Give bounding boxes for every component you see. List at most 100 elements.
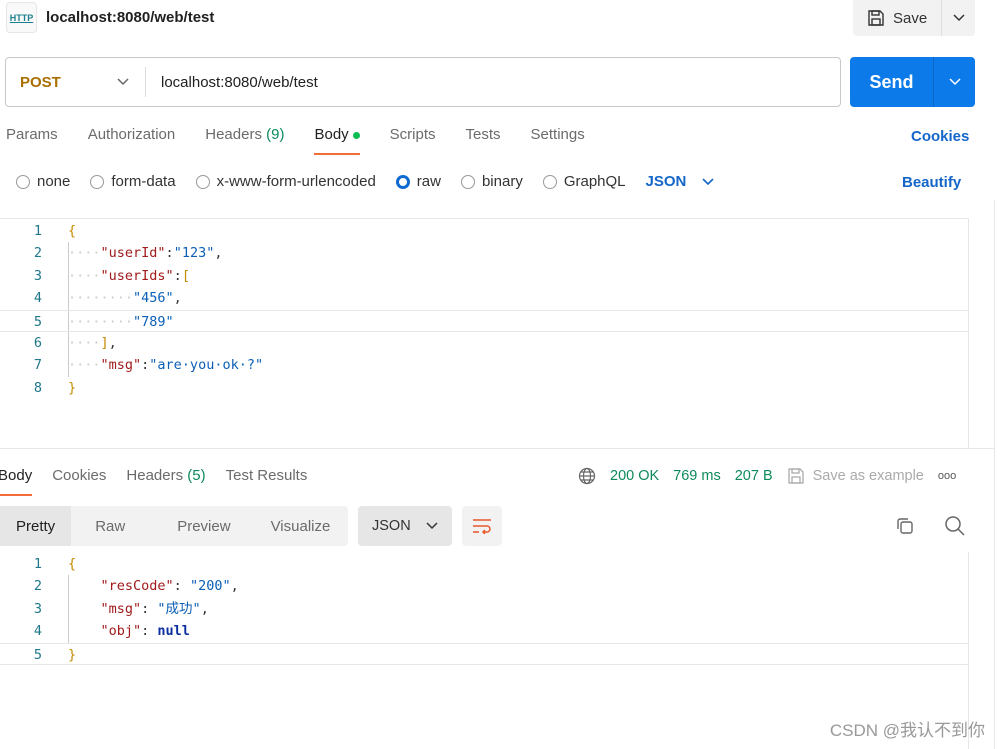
- code-token: ,: [230, 578, 239, 595]
- line-number: 1: [33, 223, 42, 239]
- wrap-lines-icon: [473, 519, 491, 534]
- tab-authorization[interactable]: Authorization: [88, 126, 176, 155]
- code-token: ]: [100, 334, 109, 351]
- chevron-down-icon: [953, 14, 965, 22]
- code-token: "userId": [100, 245, 166, 262]
- tab-headers[interactable]: Headers (9): [205, 126, 284, 155]
- view-pretty[interactable]: Pretty: [0, 506, 72, 546]
- response-format-select[interactable]: JSON: [358, 506, 452, 546]
- view-mode-tabs: Pretty Raw Preview Visualize: [0, 506, 348, 546]
- radio-urlencoded[interactable]: x-www-form-urlencoded: [195, 173, 376, 190]
- tab-tests[interactable]: Tests: [466, 126, 501, 155]
- tab-params[interactable]: Params: [6, 126, 58, 155]
- view-raw[interactable]: Raw: [71, 506, 153, 546]
- status-code[interactable]: 200 OK: [610, 468, 659, 484]
- line-text: ····],: [68, 332, 117, 354]
- code-token: ,: [200, 600, 209, 617]
- line-number: 6: [33, 334, 42, 351]
- radio-icon: [90, 174, 105, 189]
- code-token: null: [157, 623, 190, 640]
- code-token: :: [173, 267, 182, 284]
- response-headers-count: (5): [187, 467, 206, 484]
- radio-form-data[interactable]: form-data: [90, 173, 176, 190]
- radio-none[interactable]: none: [16, 173, 70, 190]
- view-visualize[interactable]: Visualize: [255, 506, 347, 546]
- tab-body[interactable]: Body: [314, 126, 360, 155]
- view-preview[interactable]: Preview: [153, 506, 254, 546]
- line-text: }: [42, 377, 76, 399]
- code-token: "userIds": [100, 267, 174, 284]
- tab-test-results[interactable]: Test Results: [226, 467, 308, 496]
- search-icon[interactable]: [944, 515, 965, 536]
- line-text: {: [42, 220, 76, 242]
- request-body-editor[interactable]: 1{2 ····"userId":"123", 3 ····"userIds":[4 ·…: [0, 218, 968, 448]
- send-button-group: Send: [850, 57, 975, 107]
- window-edge: [994, 200, 995, 749]
- more-options-icon[interactable]: ooo: [938, 470, 956, 482]
- code-token: ····: [68, 357, 101, 374]
- line-text: ········"789": [68, 311, 174, 331]
- request-title[interactable]: localhost:8080/web/test: [46, 9, 214, 26]
- tab-scripts[interactable]: Scripts: [390, 126, 436, 155]
- radio-raw[interactable]: raw: [395, 173, 441, 190]
- line-number: 5: [33, 646, 42, 663]
- cookies-link[interactable]: Cookies: [911, 128, 969, 145]
- radio-icon: [16, 174, 30, 189]
- code-token: "are·you·ok·?": [149, 357, 264, 374]
- wrap-lines-button[interactable]: [462, 506, 502, 546]
- send-button[interactable]: Send: [850, 57, 934, 107]
- save-icon: [868, 10, 884, 26]
- code-line: 1{: [0, 220, 968, 242]
- copy-icon[interactable]: [895, 516, 915, 536]
- tab-settings[interactable]: Settings: [531, 126, 585, 155]
- line-number: 3: [33, 267, 42, 284]
- code-line: 2 ····"userId":"123",: [0, 242, 968, 264]
- code-token: ····: [68, 334, 101, 351]
- code-token: }: [68, 646, 77, 663]
- editor-scrollbar[interactable]: [968, 218, 969, 448]
- beautify-button[interactable]: Beautify: [902, 174, 961, 191]
- code-token: "msg": [100, 600, 142, 617]
- code-token: ,: [214, 245, 223, 262]
- method-select[interactable]: POST: [6, 67, 146, 97]
- code-token: ········: [68, 290, 134, 307]
- code-token: :: [173, 578, 190, 595]
- response-size[interactable]: 207 B: [735, 468, 773, 484]
- line-number: 3: [33, 600, 42, 617]
- save-options-button[interactable]: [942, 9, 975, 27]
- tab-response-body[interactable]: Body: [0, 467, 33, 496]
- code-token: :: [165, 245, 174, 262]
- raw-format-select[interactable]: JSON: [646, 173, 715, 190]
- code-token: {: [68, 556, 77, 572]
- response-status-bar: 200 OK 769 ms 207 B Save as example ooo: [578, 467, 956, 485]
- code-token: :: [141, 623, 158, 640]
- code-line: 4 ········"456",: [0, 287, 968, 309]
- tab-response-cookies[interactable]: Cookies: [52, 467, 106, 496]
- code-token: "789": [133, 313, 174, 330]
- url-input[interactable]: localhost:8080/web/test: [146, 74, 318, 91]
- code-token: [: [181, 267, 190, 284]
- code-token: ,: [108, 334, 117, 351]
- code-token: ····: [68, 267, 101, 284]
- code-line: 1{: [0, 553, 968, 575]
- globe-icon[interactable]: [578, 467, 596, 485]
- save-label: Save: [893, 9, 928, 27]
- tab-response-headers[interactable]: Headers (5): [126, 467, 205, 496]
- radio-binary[interactable]: binary: [460, 173, 523, 190]
- line-number: 4: [33, 623, 42, 640]
- save-as-example-button[interactable]: Save as example: [787, 467, 924, 485]
- line-text: ········"456",: [68, 287, 182, 309]
- code-token: ,: [173, 290, 182, 307]
- send-options-button[interactable]: [934, 57, 975, 107]
- code-token: "obj": [100, 623, 142, 640]
- response-body-viewer[interactable]: 1{2 "resCode": "200", 3 "msg": "成功", 4 "ob…: [0, 552, 968, 665]
- pane-divider[interactable]: [0, 448, 995, 456]
- response-time[interactable]: 769 ms: [673, 468, 721, 484]
- radio-graphql[interactable]: GraphQL: [542, 173, 626, 190]
- code-token: {: [68, 223, 77, 239]
- code-token: ····: [68, 245, 101, 262]
- save-button[interactable]: Save: [853, 0, 943, 36]
- line-number: 2: [33, 245, 42, 262]
- line-text: {: [42, 553, 76, 575]
